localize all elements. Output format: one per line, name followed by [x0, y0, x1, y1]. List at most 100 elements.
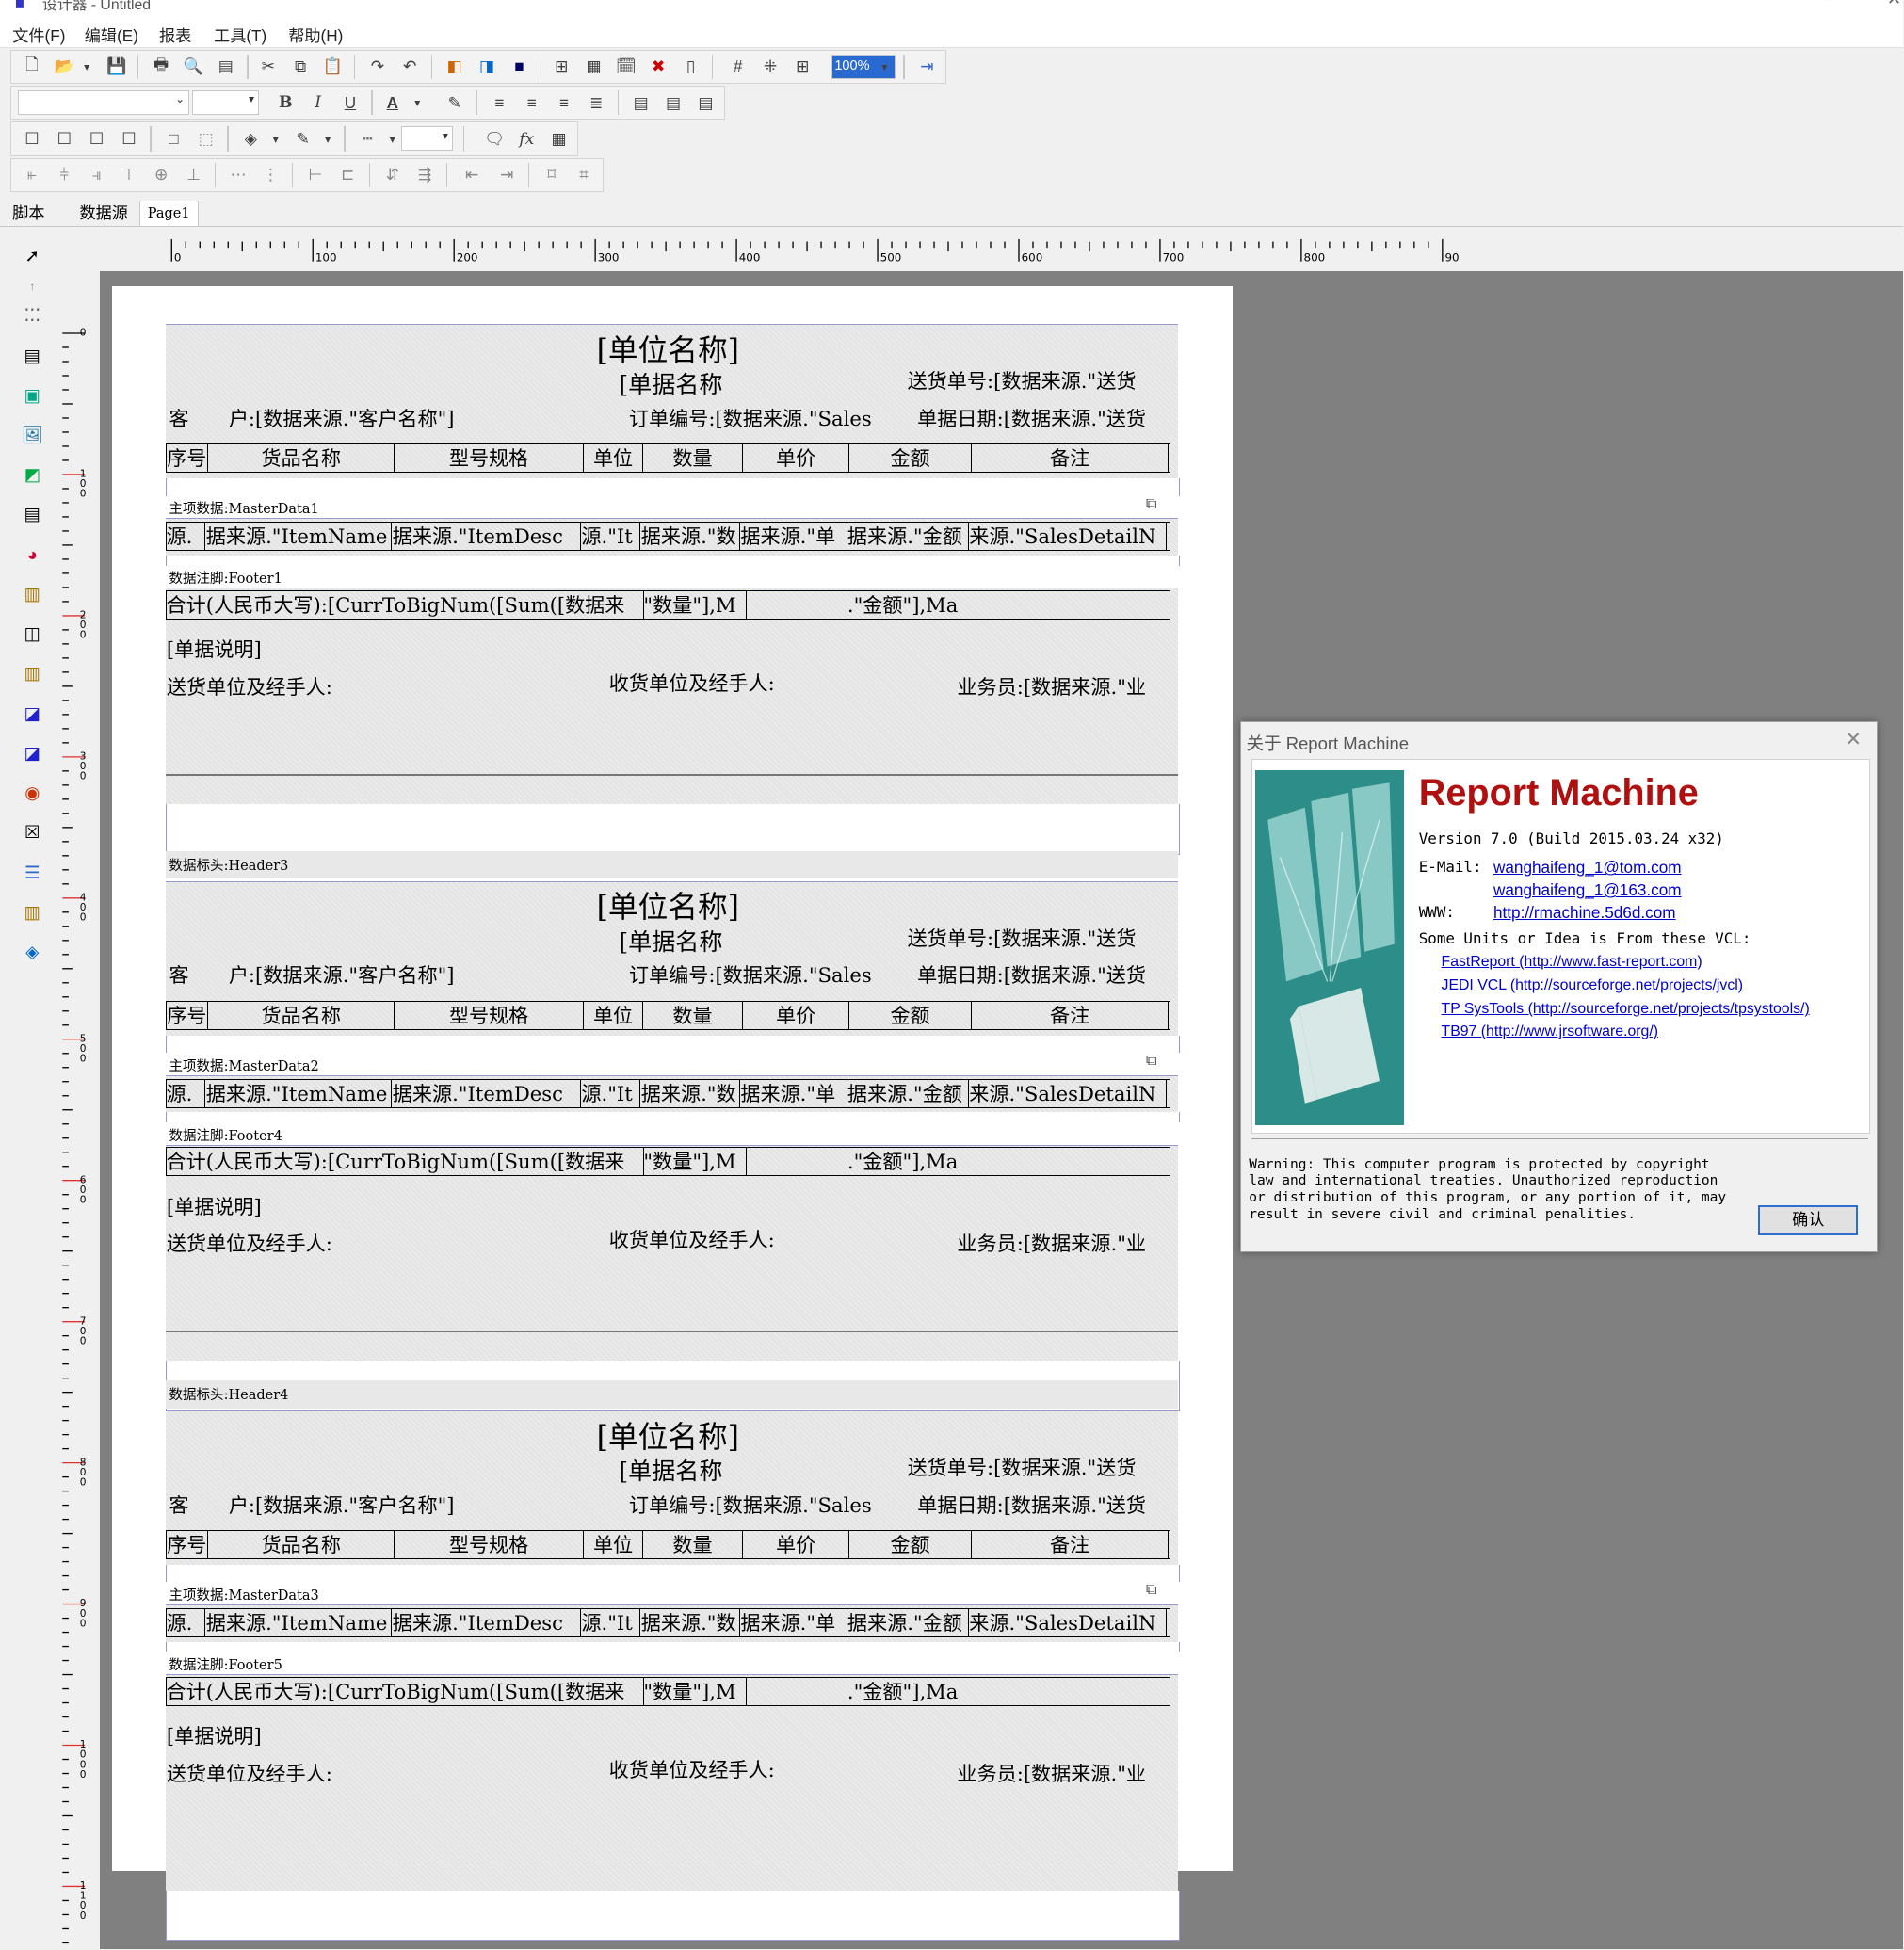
line-color-icon[interactable]: ✎	[292, 128, 315, 151]
redo-icon[interactable]: ↷	[366, 56, 389, 78]
align-middle-icon[interactable]: ▤	[662, 91, 685, 114]
close-window-icon[interactable]: ✕	[1887, 0, 1901, 9]
snap-to-grid-icon[interactable]: ⌗	[573, 164, 595, 186]
same-width-icon[interactable]: ⊢	[304, 164, 327, 186]
richtext-object-icon[interactable]: ▥	[20, 661, 44, 685]
page-properties-icon[interactable]: 🗓	[615, 56, 637, 78]
space-v-icon[interactable]: ⋮	[260, 164, 282, 186]
align-bottoms-icon[interactable]: ⊥	[183, 164, 205, 186]
band-object-icon[interactable]: ▣	[20, 383, 44, 408]
copy-icon[interactable]: ⧉	[289, 56, 312, 78]
space-h-icon[interactable]: ⋯	[227, 164, 250, 186]
select-arrow-icon[interactable]: ➚	[20, 244, 44, 268]
justify-icon[interactable]: ≣	[585, 91, 607, 114]
paste-icon[interactable]: 📋	[322, 56, 345, 78]
line-object-icon[interactable]: ▤	[20, 502, 44, 526]
select-all-icon[interactable]: ■	[508, 56, 531, 78]
add-page-icon[interactable]: ⊞	[550, 56, 573, 78]
italic-icon[interactable]: I	[307, 91, 330, 114]
line-style-icon[interactable]: ┅	[357, 128, 379, 151]
subreport-object-icon[interactable]: ◩	[20, 462, 44, 487]
frame-none-icon[interactable]: ⬚	[195, 128, 218, 151]
vcl-link-jvcl[interactable]: JEDI VCL (http://sourceforge.net/project…	[1442, 977, 1744, 994]
open-file-icon[interactable]: 📂	[53, 56, 75, 78]
function-icon[interactable]: fx	[515, 128, 538, 151]
band-options-icon[interactable]: ⧉	[1146, 1053, 1156, 1070]
underline-icon[interactable]: U	[339, 91, 362, 114]
align-tops-icon[interactable]: ⊤	[118, 164, 140, 186]
band-label-footer[interactable]: 数据注脚:Footer5	[169, 1654, 282, 1674]
picture-object-icon[interactable]: 🖼	[20, 423, 44, 447]
align-to-band-right-icon[interactable]: ⇥	[495, 164, 518, 186]
tab-script[interactable]: 脚本	[5, 201, 52, 225]
print-icon[interactable]: 🖶	[150, 55, 172, 78]
delete-page-icon[interactable]: ✖	[647, 56, 670, 78]
band-label-header[interactable]: 数据标头:Header4	[169, 1384, 289, 1404]
blank-page-icon[interactable]: ▯	[680, 56, 702, 78]
data-dictionary-icon[interactable]: ▦	[548, 128, 571, 151]
band-label-footer[interactable]: 数据注脚:Footer4	[169, 1125, 282, 1145]
memo-editor-icon[interactable]: 🗨	[483, 128, 506, 151]
bring-to-front-icon[interactable]: ◧	[444, 56, 466, 78]
font-size-select[interactable]: ▾	[192, 90, 259, 115]
line-color-dropdown-icon[interactable]: ▾	[316, 128, 339, 151]
frame-all-icon[interactable]: □	[163, 128, 186, 151]
align-grid-icon[interactable]: ⁜	[759, 56, 782, 78]
save-icon[interactable]: 💾	[105, 56, 128, 78]
same-height-icon[interactable]: ⊏	[336, 164, 359, 186]
vcl-link-tb97[interactable]: TB97 (http://www.jrsoftware.org/)	[1442, 1023, 1658, 1040]
band-label-footer[interactable]: 数据注脚:Footer1	[169, 568, 282, 588]
align-top-icon[interactable]: ▤	[630, 91, 653, 114]
font-color-dropdown-icon[interactable]: ▾	[406, 91, 428, 114]
exit-designer-icon[interactable]: ⇥	[916, 56, 939, 78]
line-width-select[interactable]: ▾	[401, 126, 453, 152]
cut-icon[interactable]: ✂	[257, 56, 280, 78]
crosstab-object-icon[interactable]: ◪	[20, 741, 44, 765]
undo-icon[interactable]: ↶	[398, 56, 421, 78]
highlight-icon[interactable]: ✎	[444, 91, 466, 114]
vcl-link-systools[interactable]: TP SysTools (http://sourceforge.net/proj…	[1442, 1001, 1810, 1018]
align-center-icon[interactable]: ≡	[521, 91, 543, 114]
vcl-link-fastreport[interactable]: FastReport (http://www.fast-report.com)	[1442, 954, 1702, 971]
align-vcenters-icon[interactable]: ⊕	[150, 164, 172, 186]
align-bottom-icon[interactable]: ▤	[695, 91, 718, 114]
menu-tools[interactable]: 工具(T)	[214, 23, 266, 46]
frame-bottom-icon[interactable]: ☐	[86, 128, 108, 151]
diagram-object-icon[interactable]: ◉	[20, 781, 44, 805]
align-to-band-left-icon[interactable]: ⇤	[460, 164, 483, 186]
report-options-icon[interactable]: ▦	[583, 56, 605, 78]
shape-object-icon[interactable]: ◫	[20, 621, 44, 646]
font-name-select[interactable]: ⌄	[18, 90, 189, 115]
frame-right-icon[interactable]: ☐	[118, 128, 140, 151]
band-options-icon[interactable]: ⧉	[1146, 1582, 1156, 1599]
band-dots-icon[interactable]: ⁚⁚⁚	[20, 303, 44, 328]
new-file-icon[interactable]: 🗋	[21, 55, 43, 78]
email-link-2[interactable]: wanghaifeng_1@163.com	[1493, 880, 1682, 900]
checkbox-object-icon[interactable]: ☒	[20, 820, 44, 845]
bold-icon[interactable]: B	[274, 91, 297, 114]
align-left-icon[interactable]: ≡	[488, 91, 510, 114]
menu-edit[interactable]: 编辑(E)	[85, 23, 138, 46]
send-to-back-icon[interactable]: ◨	[476, 56, 498, 78]
center-h-icon[interactable]: ⇵	[381, 164, 404, 186]
lock-object-icon[interactable]: ▥	[20, 900, 44, 925]
ole-object-icon[interactable]: ◪	[20, 701, 44, 725]
menu-report[interactable]: 报表	[159, 23, 191, 46]
minimize-icon[interactable]: ─	[1819, 0, 1831, 9]
align-right-icon[interactable]: ≡	[553, 91, 575, 114]
ok-button[interactable]: 确认	[1758, 1205, 1859, 1235]
fill-color-icon[interactable]: ◈	[239, 128, 262, 151]
grid-object-icon[interactable]: ☰	[20, 860, 44, 884]
tab-page1[interactable]: Page1	[138, 200, 199, 226]
frame-left-icon[interactable]: ☐	[53, 128, 75, 151]
palette-up-icon[interactable]: ↑	[20, 273, 44, 298]
font-color-icon[interactable]: A	[381, 91, 404, 114]
open-dropdown-icon[interactable]: ▾	[75, 56, 98, 78]
size-to-grid-icon[interactable]: ⌑	[541, 164, 563, 186]
align-lefts-icon[interactable]: ⫦	[21, 164, 43, 186]
page-setup-icon[interactable]: ▤	[215, 56, 237, 78]
center-v-icon[interactable]: ⇶	[413, 164, 436, 186]
align-rights-icon[interactable]: ⫣	[86, 164, 108, 186]
dialog-close-icon[interactable]: ✕	[1845, 727, 1862, 751]
band-label-header[interactable]: 数据标头:Header3	[169, 855, 289, 875]
